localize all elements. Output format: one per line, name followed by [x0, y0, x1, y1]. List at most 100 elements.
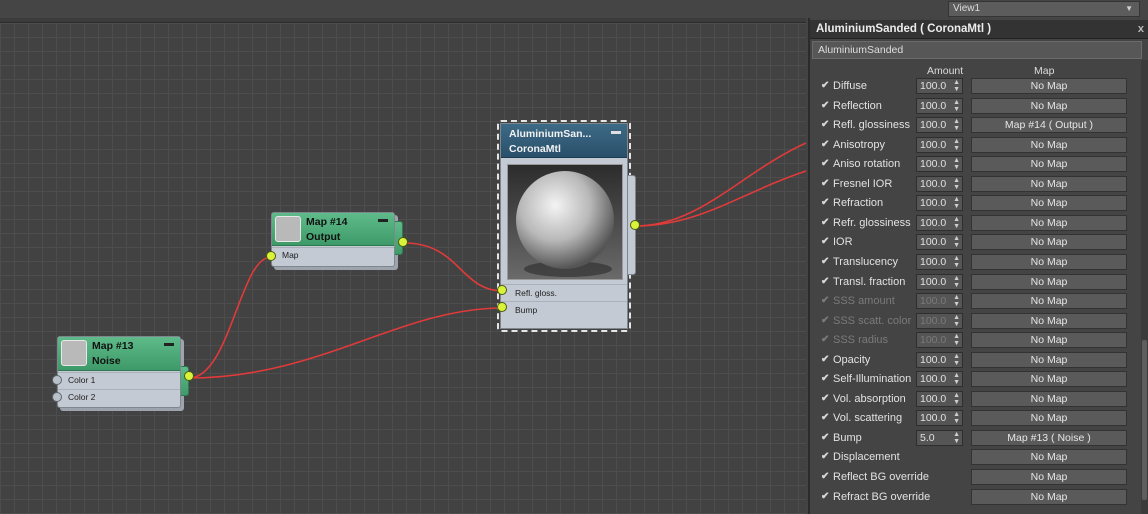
amount-spinner-vol-absorption[interactable]: 100.0 ▲ ▼ — [916, 390, 963, 407]
map-button-sss-amount[interactable]: No Map — [971, 293, 1127, 310]
spinner-arrows-icon[interactable]: ▲ ▼ — [953, 372, 960, 386]
param-checkbox-refraction[interactable]: ✔ — [821, 198, 831, 208]
amount-spinner-bump[interactable]: 5.0 ▲ ▼ — [916, 429, 963, 446]
panel-scrollbar[interactable] — [1141, 60, 1148, 514]
map-button-fresnel-ior[interactable]: No Map — [971, 175, 1127, 192]
map-button-sss-scatt-color[interactable]: No Map — [971, 312, 1127, 329]
amount-spinner-aniso-rotation[interactable]: 100.0 ▲ ▼ — [916, 156, 963, 173]
map-button-reflect-bg-override[interactable]: No Map — [971, 469, 1127, 485]
param-checkbox-ior[interactable]: ✔ — [821, 237, 831, 247]
input-port-refl-gloss[interactable] — [497, 285, 507, 295]
spinner-arrows-icon[interactable]: ▲ ▼ — [953, 235, 960, 249]
param-checkbox-self-illumination[interactable]: ✔ — [821, 374, 831, 384]
spinner-arrows-icon[interactable]: ▲ ▼ — [953, 294, 960, 308]
amount-spinner-self-illumination[interactable]: 100.0 ▲ ▼ — [916, 371, 963, 388]
spinner-arrows-icon[interactable]: ▲ ▼ — [953, 275, 960, 289]
spinner-arrows-icon[interactable]: ▲ ▼ — [953, 431, 960, 445]
map-button-reflection[interactable]: No Map — [971, 97, 1127, 114]
spinner-arrows-icon[interactable]: ▲ ▼ — [953, 392, 960, 406]
view-dropdown[interactable]: View1 ▼ — [948, 1, 1140, 17]
amount-spinner-ior[interactable]: 100.0 ▲ ▼ — [916, 234, 963, 251]
amount-spinner-sss-scatt-color[interactable]: 100.0 ▲ ▼ — [916, 312, 963, 329]
param-checkbox-reflection[interactable]: ✔ — [821, 100, 831, 111]
param-checkbox-displacement[interactable]: ✔ — [821, 452, 831, 462]
param-checkbox-diffuse[interactable]: ✔ — [821, 81, 831, 91]
close-icon[interactable]: x — [1138, 20, 1144, 39]
amount-spinner-vol-scattering[interactable]: 100.0 ▲ ▼ — [916, 410, 963, 427]
param-checkbox-vol-scattering[interactable]: ✔ — [821, 413, 831, 423]
param-checkbox-aniso-rotation[interactable]: ✔ — [821, 159, 831, 169]
map-button-self-illumination[interactable]: No Map — [971, 371, 1127, 388]
node-map13[interactable]: Map #13 Noise ▬ Color 1 Color 2 — [57, 336, 189, 411]
amount-spinner-diffuse[interactable]: 100.0 ▲ ▼ — [916, 78, 963, 94]
spinner-arrows-icon[interactable]: ▲ ▼ — [953, 216, 960, 230]
param-checkbox-reflect-bg-override[interactable]: ✔ — [821, 472, 831, 482]
param-checkbox-opacity[interactable]: ✔ — [821, 354, 831, 365]
param-checkbox-refract-bg-override[interactable]: ✔ — [821, 491, 831, 502]
map-button-refr-glossiness[interactable]: No Map — [971, 214, 1127, 231]
amount-spinner-fresnel-ior[interactable]: 100.0 ▲ ▼ — [916, 175, 963, 192]
param-checkbox-transl-fraction[interactable]: ✔ — [821, 276, 831, 287]
param-checkbox-sss-scatt-color[interactable]: ✔ — [821, 315, 831, 326]
amount-spinner-refl-glossiness[interactable]: 100.0 ▲ ▼ — [916, 117, 963, 134]
spinner-arrows-icon[interactable]: ▲ ▼ — [953, 411, 960, 425]
spinner-arrows-icon[interactable]: ▲ ▼ — [953, 255, 960, 269]
param-checkbox-fresnel-ior[interactable]: ✔ — [821, 178, 831, 189]
param-checkbox-translucency[interactable]: ✔ — [821, 256, 831, 267]
spinner-arrows-icon[interactable]: ▲ ▼ — [953, 353, 960, 367]
spinner-arrows-icon[interactable]: ▲ ▼ — [953, 177, 960, 191]
input-port-color2[interactable] — [52, 392, 62, 402]
param-checkbox-sss-radius[interactable]: ✔ — [821, 335, 831, 345]
amount-spinner-refr-glossiness[interactable]: 100.0 ▲ ▼ — [916, 214, 963, 231]
spinner-arrows-icon[interactable]: ▲ ▼ — [953, 138, 960, 152]
amount-spinner-refraction[interactable]: 100.0 ▲ ▼ — [916, 195, 963, 212]
spinner-arrows-icon[interactable]: ▲ ▼ — [953, 196, 960, 210]
param-checkbox-anisotropy[interactable]: ✔ — [821, 139, 831, 150]
output-port-material[interactable] — [630, 220, 640, 230]
param-checkbox-bump[interactable]: ✔ — [821, 432, 831, 443]
collapse-icon[interactable]: ▬ — [378, 214, 388, 225]
spinner-arrows-icon[interactable]: ▲ ▼ — [953, 333, 960, 347]
spinner-arrows-icon[interactable]: ▲ ▼ — [953, 79, 960, 93]
amount-spinner-transl-fraction[interactable]: 100.0 ▲ ▼ — [916, 273, 963, 290]
map-button-sss-radius[interactable]: No Map — [971, 332, 1127, 349]
amount-spinner-opacity[interactable]: 100.0 ▲ ▼ — [916, 351, 963, 368]
param-checkbox-vol-absorption[interactable]: ✔ — [821, 393, 831, 404]
amount-spinner-translucency[interactable]: 100.0 ▲ ▼ — [916, 253, 963, 270]
amount-spinner-anisotropy[interactable]: 100.0 ▲ ▼ — [916, 136, 963, 153]
map-button-transl-fraction[interactable]: No Map — [971, 273, 1127, 290]
map-button-diffuse[interactable]: No Map — [971, 78, 1127, 94]
map-button-vol-scattering[interactable]: No Map — [971, 410, 1127, 427]
map-button-refl-glossiness[interactable]: Map #14 ( Output ) — [971, 117, 1127, 134]
map-button-refract-bg-override[interactable]: No Map — [971, 488, 1127, 505]
spinner-arrows-icon[interactable]: ▲ ▼ — [953, 157, 960, 171]
spinner-arrows-icon[interactable]: ▲ ▼ — [953, 314, 960, 328]
map-button-ior[interactable]: No Map — [971, 234, 1127, 251]
param-checkbox-sss-amount[interactable]: ✔ — [821, 296, 831, 306]
param-checkbox-refl-glossiness[interactable]: ✔ — [821, 120, 831, 130]
amount-spinner-reflection[interactable]: 100.0 ▲ ▼ — [916, 97, 963, 114]
collapse-icon[interactable]: ▬ — [611, 126, 621, 137]
map-button-vol-absorption[interactable]: No Map — [971, 390, 1127, 407]
node-map14[interactable]: Map #14 Output ▬ Map — [271, 212, 403, 270]
amount-spinner-sss-radius[interactable]: 100.0 ▲ ▼ — [916, 332, 963, 349]
amount-spinner-sss-amount[interactable]: 100.0 ▲ ▼ — [916, 293, 963, 310]
map-button-opacity[interactable]: No Map — [971, 351, 1127, 368]
output-port-map13[interactable] — [184, 371, 194, 381]
map-button-anisotropy[interactable]: No Map — [971, 136, 1127, 153]
output-port-map14[interactable] — [398, 237, 408, 247]
input-port-bump[interactable] — [497, 302, 507, 312]
scrollbar-thumb[interactable] — [1142, 340, 1147, 500]
map-button-refraction[interactable]: No Map — [971, 195, 1127, 212]
material-name-field[interactable]: AluminiumSanded — [812, 41, 1142, 59]
map-button-aniso-rotation[interactable]: No Map — [971, 156, 1127, 173]
collapse-icon[interactable]: ▬ — [164, 338, 174, 349]
input-port-color1[interactable] — [52, 375, 62, 385]
map-button-translucency[interactable]: No Map — [971, 253, 1127, 270]
node-editor-canvas[interactable] — [0, 22, 806, 514]
spinner-arrows-icon[interactable]: ▲ ▼ — [953, 118, 960, 132]
input-port-map[interactable] — [266, 251, 276, 261]
spinner-arrows-icon[interactable]: ▲ ▼ — [953, 99, 960, 113]
node-material[interactable]: AluminiumSan... CoronaMtl ▬ Refl. gloss.… — [497, 120, 636, 332]
map-button-bump[interactable]: Map #13 ( Noise ) — [971, 429, 1127, 446]
